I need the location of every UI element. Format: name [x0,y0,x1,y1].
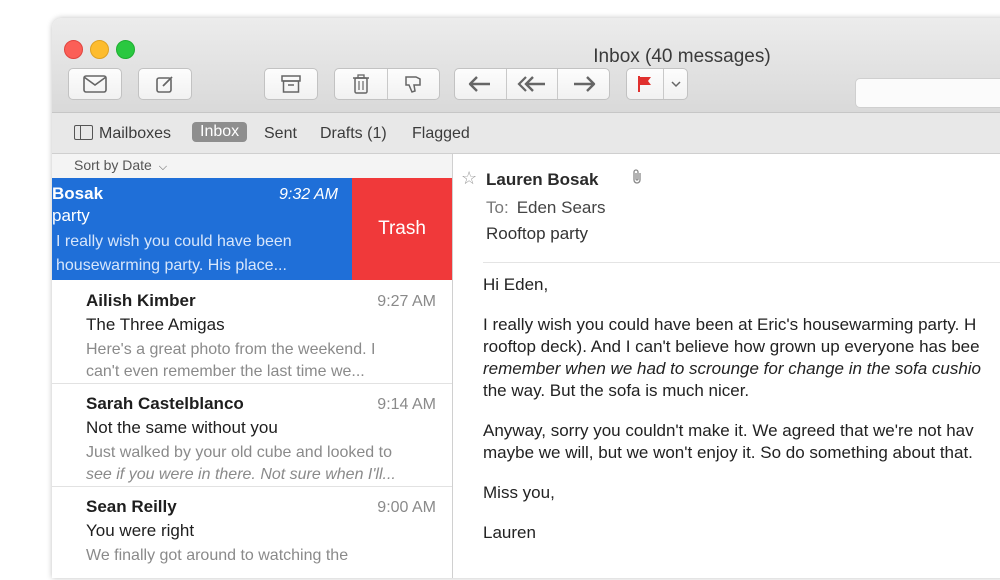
star-icon[interactable]: ☆ [461,168,477,189]
close-window-button[interactable] [64,40,83,59]
compose-icon [156,76,173,93]
selected-message-row[interactable]: Bosak 9:32 AM party I really wish you co… [52,178,352,280]
fav-drafts[interactable]: Drafts (1) [320,125,387,143]
reply-icon [469,76,491,92]
delete-button[interactable] [335,69,387,99]
message-subject-header: Rooftop party [486,224,589,243]
header-divider [483,262,1000,263]
chevron-down-icon: ⌵ [158,161,168,173]
archive-icon [281,75,301,93]
reply-all-icon [517,76,545,92]
signature: Lauren [483,523,536,542]
message-to: To: Eden Sears [486,198,606,218]
message-body: Hi Eden, I really wish you could have be… [483,274,1000,562]
flag-button[interactable] [627,69,663,99]
search-input[interactable] [855,78,1000,108]
message-time: 9:14 AM [377,396,436,413]
message-list: Sort by Date ⌵ Bosak 9:32 AM party I rea… [52,154,453,578]
message-time: 9:27 AM [377,293,436,310]
get-mail-button[interactable] [68,68,122,100]
thumbs-down-icon [405,76,421,93]
flag-group [626,68,688,100]
window-title: Inbox (40 messages) [593,46,771,67]
message-subject: party [52,206,90,225]
to-recipient[interactable]: Eden Sears [517,198,606,217]
fav-flagged[interactable]: Flagged [412,125,470,143]
mailboxes-button[interactable]: Mailboxes [74,125,171,143]
message-preview: Just walked by your old cube and looked … [86,444,396,483]
to-label: To: [486,198,509,217]
paragraph-1: I really wish you could have been at Eri… [483,315,982,400]
forward-icon [573,76,595,92]
envelope-icon [83,75,107,93]
paragraph-2: Anyway, sorry you couldn't make it. We a… [483,421,974,462]
message-subject: Not the same without you [86,418,278,437]
junk-button[interactable] [386,69,440,99]
message-subject: You were right [86,521,195,540]
compose-button[interactable] [138,68,192,100]
chevron-down-icon [671,81,681,88]
list-item[interactable]: Sarah Castelblanco 9:14 AM Not the same … [52,384,452,487]
message-preview: We finally got around to watching the [86,547,349,564]
fav-inbox[interactable]: Inbox [192,122,248,142]
message-sender: Ailish Kimber [86,291,196,310]
flag-menu-button[interactable] [663,69,687,99]
mailboxes-label: Mailboxes [99,125,172,142]
mail-window: Inbox (40 messages) Mailboxes Inbox Sent… [52,18,1000,578]
attachment-icon [631,168,643,189]
message-time: 9:32 AM [279,186,338,203]
reply-group [454,68,610,100]
toolbar: Inbox (40 messages) [52,18,1000,113]
flag-icon [638,76,652,92]
closing: Miss you, [483,483,555,502]
message-sender: Sarah Castelblanco [86,394,244,413]
reply-all-button[interactable] [505,69,558,99]
swipe-trash-button[interactable]: Trash [352,178,452,280]
message-preview: I really wish you could have been housew… [56,233,292,274]
greeting: Hi Eden, [483,275,549,294]
list-item[interactable]: Ailish Kimber 9:27 AM The Three Amigas H… [52,281,452,384]
message-from: Lauren Bosak [486,170,599,189]
archive-button[interactable] [264,68,318,100]
message-sender: Bosak [52,184,104,203]
message-preview: Here's a great photo from the weekend. I… [86,341,376,380]
message-subject: The Three Amigas [86,315,225,334]
sort-control[interactable]: Sort by Date ⌵ [52,154,452,179]
sort-label: Sort by Date [74,157,152,173]
forward-button[interactable] [557,69,609,99]
minimize-window-button[interactable] [90,40,109,59]
zoom-window-button[interactable] [116,40,135,59]
message-sender: Sean Reilly [86,497,177,516]
fav-sent[interactable]: Sent [264,125,297,143]
reply-button[interactable] [455,69,506,99]
delete-junk-group [334,68,440,100]
message-time: 9:00 AM [377,499,436,516]
message-viewer: ☆ Lauren Bosak To: Eden Sears Rooftop par… [453,154,1000,578]
favorites-bar: Mailboxes Inbox Sent Drafts (1) Flagged [52,113,1000,154]
sidebar-icon [74,125,93,140]
trash-icon [352,74,369,94]
list-item[interactable]: Sean Reilly 9:00 AM You were right We fi… [52,487,452,578]
